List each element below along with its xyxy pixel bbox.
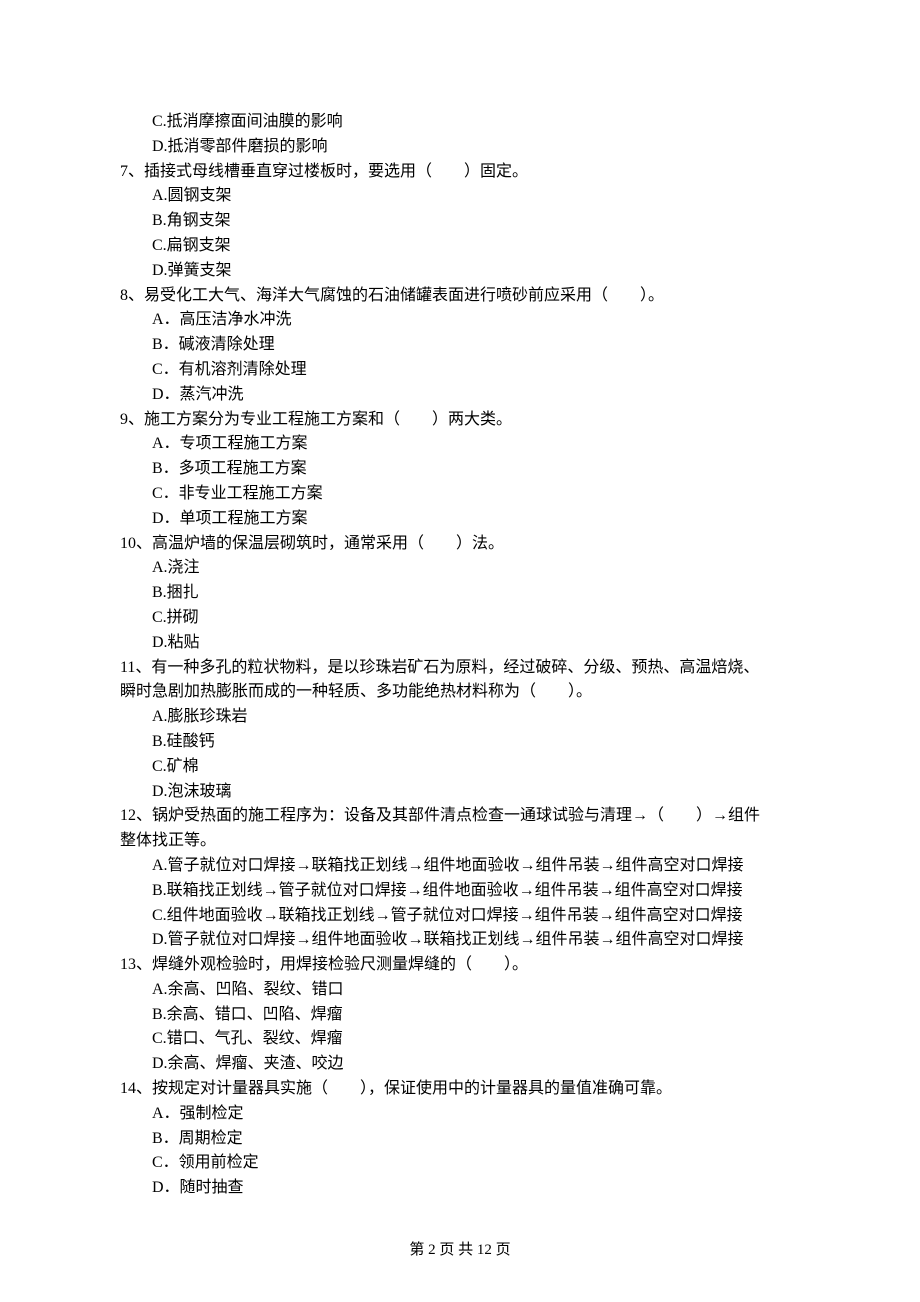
question-11-stem-line1: 11、有一种多孔的粒状物料，是以珍珠岩矿石为原料，经过破碎、分级、预热、高温焙烧… xyxy=(120,656,800,681)
question-9-option-d: D．单项工程施工方案 xyxy=(120,507,800,532)
question-7-option-d: D.弹簧支架 xyxy=(120,259,800,284)
question-10-stem: 10、高温炉墙的保温层砌筑时，通常采用（ ）法。 xyxy=(120,532,800,557)
question-13-option-b: B.余高、错口、凹陷、焊瘤 xyxy=(120,1003,800,1028)
prev-option-c: C.抵消摩擦面间油膜的影响 xyxy=(120,110,800,135)
question-9-option-b: B．多项工程施工方案 xyxy=(120,457,800,482)
question-11-option-c: C.矿棉 xyxy=(120,755,800,780)
question-12-option-d: D.管子就位对口焊接→组件地面验收→联箱找正划线→组件吊装→组件高空对口焊接 xyxy=(120,928,800,953)
question-14-option-a: A．强制检定 xyxy=(120,1102,800,1127)
question-7-stem: 7、插接式母线槽垂直穿过楼板时，要选用（ ）固定。 xyxy=(120,160,800,185)
question-12-stem-line2: 整体找正等。 xyxy=(120,829,800,854)
question-9-stem: 9、施工方案分为专业工程施工方案和（ ）两大类。 xyxy=(120,408,800,433)
question-12-stem-line1: 12、锅炉受热面的施工程序为：设备及其部件清点检查一通球试验与清理→（ ）→组件 xyxy=(120,804,800,829)
question-10-option-b: B.捆扎 xyxy=(120,581,800,606)
question-8-option-d: D．蒸汽冲洗 xyxy=(120,383,800,408)
question-14-option-d: D．随时抽查 xyxy=(120,1176,800,1201)
question-7-option-a: A.圆钢支架 xyxy=(120,184,800,209)
question-7-option-b: B.角钢支架 xyxy=(120,209,800,234)
question-10-option-a: A.浇注 xyxy=(120,556,800,581)
question-13-option-d: D.余高、焊瘤、夹渣、咬边 xyxy=(120,1052,800,1077)
question-14-stem: 14、按规定对计量器具实施（ ），保证使用中的计量器具的量值准确可靠。 xyxy=(120,1077,800,1102)
question-10-option-c: C.拼砌 xyxy=(120,606,800,631)
document-page: C.抵消摩擦面间油膜的影响 D.抵消零部件磨损的影响 7、插接式母线槽垂直穿过楼… xyxy=(0,0,920,1302)
question-11-option-a: A.膨胀珍珠岩 xyxy=(120,705,800,730)
question-8-option-c: C．有机溶剂清除处理 xyxy=(120,358,800,383)
question-14-option-b: B．周期检定 xyxy=(120,1127,800,1152)
page-footer: 第 2 页 共 12 页 xyxy=(0,1239,920,1262)
question-11-stem-line2: 瞬时急剧加热膨胀而成的一种轻质、多功能绝热材料称为（ ）。 xyxy=(120,680,800,705)
question-8-option-a: A．高压洁净水冲洗 xyxy=(120,308,800,333)
question-13-stem: 13、焊缝外观检验时，用焊接检验尺测量焊缝的（ ）。 xyxy=(120,953,800,978)
question-9-option-c: C．非专业工程施工方案 xyxy=(120,482,800,507)
question-13-option-c: C.错口、气孔、裂纹、焊瘤 xyxy=(120,1027,800,1052)
question-9-option-a: A．专项工程施工方案 xyxy=(120,432,800,457)
question-8-option-b: B．碱液清除处理 xyxy=(120,333,800,358)
question-7-option-c: C.扁钢支架 xyxy=(120,234,800,259)
question-10-option-d: D.粘贴 xyxy=(120,631,800,656)
question-8-stem: 8、易受化工大气、海洋大气腐蚀的石油储罐表面进行喷砂前应采用（ ）。 xyxy=(120,284,800,309)
question-12-option-a: A.管子就位对口焊接→联箱找正划线→组件地面验收→组件吊装→组件高空对口焊接 xyxy=(120,854,800,879)
prev-option-d: D.抵消零部件磨损的影响 xyxy=(120,135,800,160)
question-12-option-c: C.组件地面验收→联箱找正划线→管子就位对口焊接→组件吊装→组件高空对口焊接 xyxy=(120,904,800,929)
question-13-option-a: A.余高、凹陷、裂纹、错口 xyxy=(120,978,800,1003)
question-12-option-b: B.联箱找正划线→管子就位对口焊接→组件地面验收→组件吊装→组件高空对口焊接 xyxy=(120,879,800,904)
question-11-option-b: B.硅酸钙 xyxy=(120,730,800,755)
question-14-option-c: C．领用前检定 xyxy=(120,1151,800,1176)
question-11-option-d: D.泡沫玻璃 xyxy=(120,780,800,805)
